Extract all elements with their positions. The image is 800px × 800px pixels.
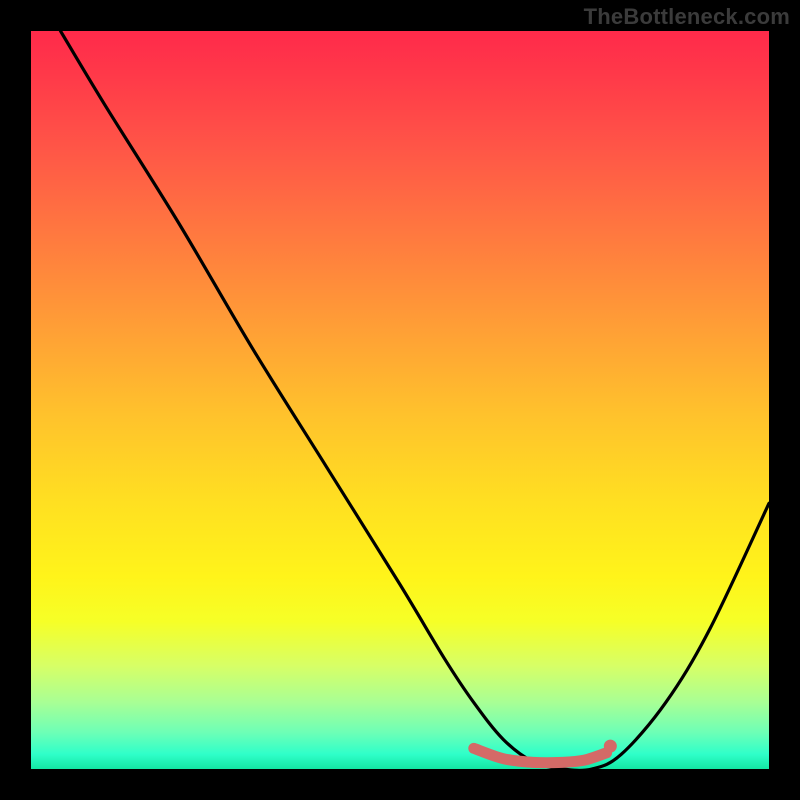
plot-area — [31, 31, 769, 769]
chart-svg — [31, 31, 769, 769]
chart-frame: TheBottleneck.com — [0, 0, 800, 800]
marker-end-dot — [604, 740, 617, 753]
watermark: TheBottleneck.com — [584, 4, 790, 30]
bottleneck-curve — [61, 31, 769, 769]
marker-segment — [474, 748, 607, 762]
